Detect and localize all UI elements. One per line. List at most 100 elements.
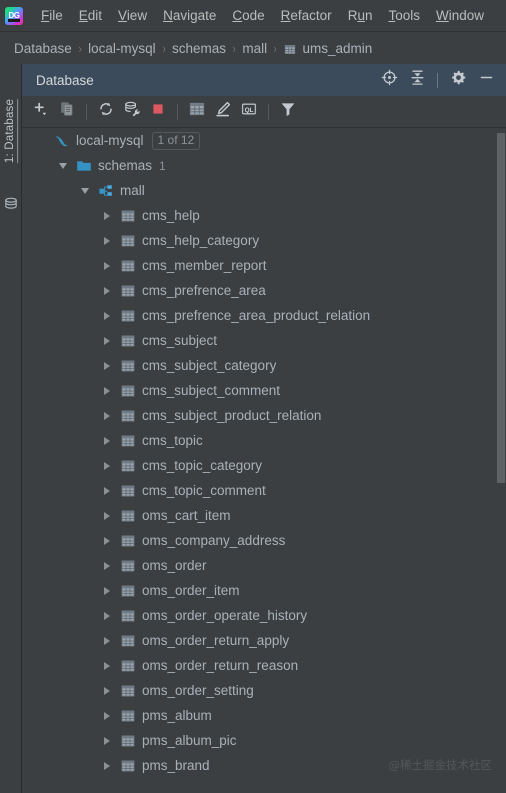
tree-row[interactable]: cms_prefrence_area bbox=[22, 278, 506, 303]
sidebar-tab-database[interactable]: 1: Database bbox=[0, 72, 22, 190]
tree-row[interactable]: oms_order_item bbox=[22, 578, 506, 603]
menu-item-file[interactable]: File bbox=[33, 0, 71, 31]
chevron-right-icon[interactable] bbox=[100, 484, 114, 498]
tree-row[interactable]: pms_album bbox=[22, 703, 506, 728]
tree-row-label: cms_help_category bbox=[142, 233, 260, 248]
menu-item-refactor[interactable]: Refactor bbox=[273, 0, 340, 31]
tree-row[interactable]: pms_album_pic bbox=[22, 728, 506, 753]
datasource-properties-button[interactable] bbox=[119, 99, 145, 125]
chevron-right-icon[interactable] bbox=[100, 359, 114, 373]
tree-row[interactable]: cms_topic bbox=[22, 428, 506, 453]
chevron-down-icon[interactable] bbox=[78, 184, 92, 198]
chevron-right-icon[interactable] bbox=[100, 334, 114, 348]
stop-square-icon bbox=[149, 100, 167, 123]
chevron-right-icon[interactable] bbox=[100, 509, 114, 523]
filter-button[interactable] bbox=[275, 99, 301, 125]
tree-row[interactable]: cms_subject_category bbox=[22, 353, 506, 378]
tree-row[interactable]: cms_subject_product_relation bbox=[22, 403, 506, 428]
menu-item-code[interactable]: Code bbox=[224, 0, 272, 31]
tree-row[interactable]: oms_order_return_reason bbox=[22, 653, 506, 678]
table-icon bbox=[120, 583, 136, 599]
tree-row[interactable]: oms_cart_item bbox=[22, 503, 506, 528]
menu-item-tools[interactable]: Tools bbox=[380, 0, 428, 31]
chevron-right-icon[interactable] bbox=[100, 384, 114, 398]
modify-button[interactable] bbox=[210, 99, 236, 125]
chevron-right-icon[interactable] bbox=[100, 634, 114, 648]
toolbar-separator-1 bbox=[86, 103, 87, 120]
breadcrumb-item-schemas[interactable]: schemas bbox=[172, 41, 226, 56]
menu-item-run[interactable]: Run bbox=[340, 0, 381, 31]
menu-item-window[interactable]: Window bbox=[428, 0, 492, 31]
chevron-right-icon[interactable] bbox=[100, 709, 114, 723]
table-icon bbox=[120, 233, 136, 249]
chevron-right-icon[interactable] bbox=[100, 684, 114, 698]
collapse-all-button[interactable] bbox=[405, 68, 429, 92]
menu-item-edit[interactable]: Edit bbox=[71, 0, 110, 31]
chevron-right-icon[interactable] bbox=[100, 409, 114, 423]
breadcrumb-item-local-mysql[interactable]: local-mysql bbox=[88, 41, 156, 56]
tree-row[interactable]: pms_brand bbox=[22, 753, 506, 778]
scrollbar-thumb[interactable] bbox=[497, 133, 505, 483]
refresh-button[interactable] bbox=[93, 99, 119, 125]
tree-row[interactable]: oms_order_return_apply bbox=[22, 628, 506, 653]
chevron-right-icon[interactable] bbox=[100, 759, 114, 773]
table-icon bbox=[120, 358, 136, 374]
menu-mnemonic: u bbox=[357, 7, 365, 23]
chevron-right-icon[interactable] bbox=[100, 459, 114, 473]
database-tree[interactable]: local-mysql 1 of 12 schemas 1 mall cms_helpcm… bbox=[22, 128, 506, 793]
tree-row[interactable]: cms_help_category bbox=[22, 228, 506, 253]
tree-row[interactable]: cms_subject bbox=[22, 328, 506, 353]
chevron-right-icon[interactable] bbox=[100, 534, 114, 548]
tree-row[interactable]: oms_order bbox=[22, 553, 506, 578]
hide-tool-window-button[interactable] bbox=[474, 68, 498, 92]
settings-button[interactable] bbox=[446, 68, 470, 92]
breadcrumb-item-ums-admin[interactable]: ums_admin bbox=[283, 41, 372, 56]
table-icon bbox=[120, 433, 136, 449]
open-table-editor-button[interactable] bbox=[184, 99, 210, 125]
tree-row-label: oms_company_address bbox=[142, 533, 286, 548]
tree-row-label: cms_subject bbox=[142, 333, 218, 348]
new-button[interactable] bbox=[28, 99, 54, 125]
breadcrumb-item-database[interactable]: Database bbox=[14, 41, 72, 56]
chevron-down-icon[interactable] bbox=[56, 159, 70, 173]
menu-mnemonic: E bbox=[78, 7, 88, 23]
tree-row[interactable]: cms_member_report bbox=[22, 253, 506, 278]
chevron-right-icon[interactable] bbox=[100, 584, 114, 598]
open-console-button[interactable]: QL bbox=[236, 99, 262, 125]
tree-row-label: local-mysql bbox=[76, 133, 144, 148]
folder-icon bbox=[76, 158, 92, 174]
stop-button[interactable] bbox=[145, 99, 171, 125]
chevron-right-icon[interactable] bbox=[100, 309, 114, 323]
breadcrumb-item-mall[interactable]: mall bbox=[242, 41, 267, 56]
tree-row-label: oms_order_setting bbox=[142, 683, 254, 698]
tree-row[interactable]: cms_topic_category bbox=[22, 453, 506, 478]
chevron-right-icon[interactable] bbox=[100, 659, 114, 673]
tree-row[interactable]: schemas 1 bbox=[22, 153, 506, 178]
tree-row[interactable]: local-mysql 1 of 12 bbox=[22, 128, 506, 153]
chevron-right-icon[interactable] bbox=[100, 434, 114, 448]
tree-row[interactable]: cms_topic_comment bbox=[22, 478, 506, 503]
tree-row[interactable]: oms_order_setting bbox=[22, 678, 506, 703]
menu-item-view[interactable]: View bbox=[110, 0, 155, 31]
tree-row[interactable]: oms_order_operate_history bbox=[22, 603, 506, 628]
tree-row[interactable]: cms_prefrence_area_product_relation bbox=[22, 303, 506, 328]
duplicate-button[interactable] bbox=[54, 99, 80, 125]
scroll-from-source-button[interactable] bbox=[377, 68, 401, 92]
chevron-right-icon[interactable] bbox=[100, 234, 114, 248]
chevron-right-icon[interactable] bbox=[100, 284, 114, 298]
table-icon bbox=[120, 408, 136, 424]
tree-row[interactable]: cms_help bbox=[22, 203, 506, 228]
tree-row-label: pms_album bbox=[142, 708, 212, 723]
chevron-right-icon[interactable] bbox=[100, 559, 114, 573]
tree-row[interactable]: mall bbox=[22, 178, 506, 203]
chevron-right-icon[interactable] bbox=[100, 259, 114, 273]
menu-mnemonic: C bbox=[232, 7, 243, 23]
chevron-right-icon[interactable] bbox=[100, 609, 114, 623]
chevron-right-icon[interactable] bbox=[100, 209, 114, 223]
tree-scrollbar[interactable] bbox=[496, 128, 506, 793]
tree-row-count: 1 bbox=[159, 158, 166, 173]
chevron-right-icon[interactable] bbox=[100, 734, 114, 748]
tree-row[interactable]: cms_subject_comment bbox=[22, 378, 506, 403]
tree-row[interactable]: oms_company_address bbox=[22, 528, 506, 553]
menu-item-navigate[interactable]: Navigate bbox=[155, 0, 224, 31]
